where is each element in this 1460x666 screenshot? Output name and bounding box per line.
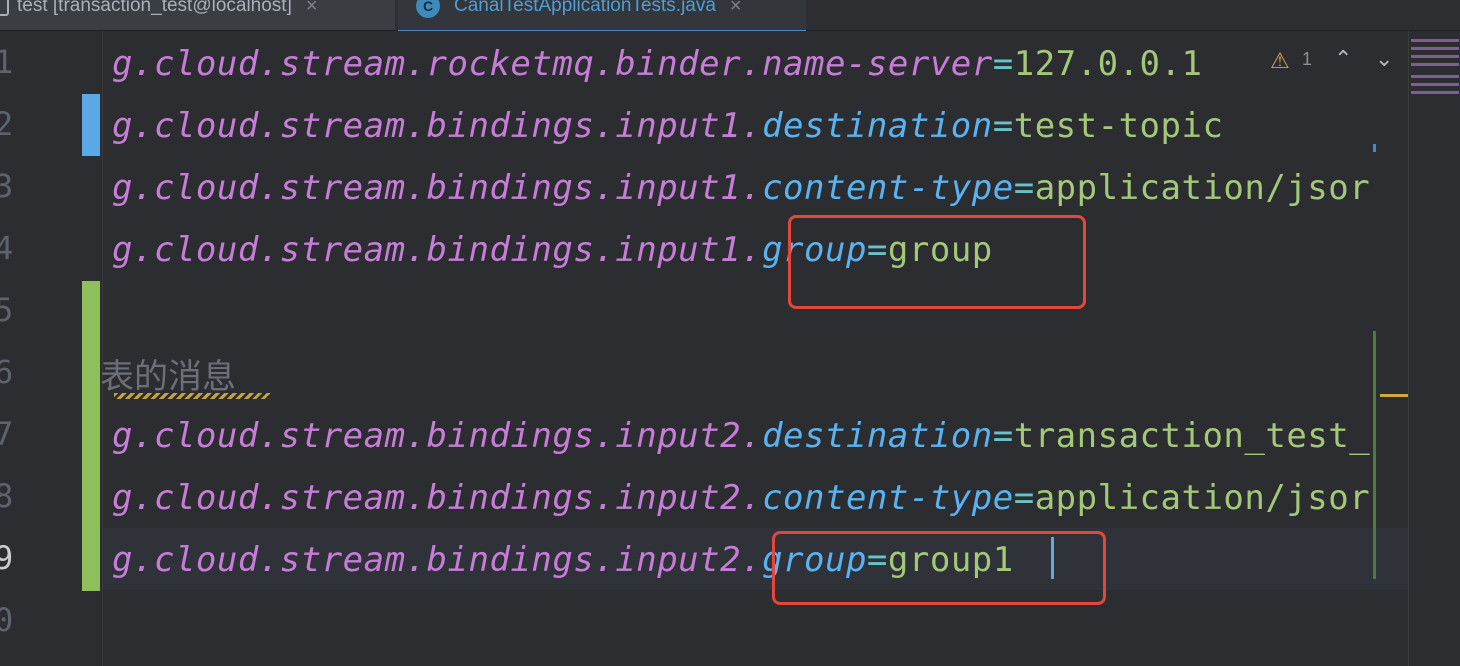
line-number: 7 [0, 415, 14, 453]
tab-label: test [transaction_test@localhost] [17, 0, 292, 16]
property-key-name: content-type [762, 478, 1014, 518]
property-key-prefix: g.cloud.stream.bindings.input2. [112, 540, 763, 580]
line-gutter[interactable]: 1 2 3 4 5 6 7 8 9 0 [0, 31, 103, 666]
spelling-warning-underline [114, 393, 270, 399]
annotation-highlight-box [788, 215, 1086, 309]
class-icon: C [416, 0, 440, 18]
database-icon [0, 0, 9, 16]
line-number: 6 [0, 353, 14, 391]
property-key-prefix: g.cloud.stream.bindings.input1. [112, 230, 763, 270]
property-key-prefix: g.cloud.stream.bindings.input1. [112, 168, 763, 208]
code-line-2[interactable]: g.cloud.stream.bindings.input1.destinati… [112, 95, 1223, 157]
equals-sign: = [1013, 478, 1035, 518]
line-number: 4 [0, 229, 14, 267]
property-key-name: content-type [762, 168, 1014, 208]
equals-sign: = [992, 44, 1014, 84]
warning-count: 1 [1302, 49, 1313, 69]
line-number: 8 [0, 477, 14, 515]
scroll-marker [1373, 144, 1376, 152]
close-icon[interactable]: × [730, 0, 742, 18]
editor-minimap[interactable] [1408, 31, 1460, 666]
chevron-down-icon[interactable]: ⌄ [1375, 47, 1393, 72]
property-key-prefix: g.cloud.stream.bindings.input2. [112, 416, 763, 456]
equals-sign: = [1013, 168, 1035, 208]
close-icon[interactable]: × [306, 0, 318, 18]
scroll-marker [1380, 394, 1408, 397]
chevron-up-icon[interactable]: ⌃ [1334, 47, 1352, 72]
property-key-prefix: g.cloud.stream.bindings.input2. [112, 478, 763, 518]
property-key-name: name-server [762, 44, 993, 84]
minimap-line [1411, 39, 1459, 42]
minimap-line [1411, 91, 1459, 94]
code-line-3[interactable]: g.cloud.stream.bindings.input1.content-t… [112, 157, 1370, 219]
tab-canal-test[interactable]: C CanalTestApplicationTests.java × [398, 0, 806, 33]
property-key-name: destination [762, 416, 993, 456]
tab-label: CanalTestApplicationTests.java [454, 0, 716, 16]
code-line-7[interactable]: g.cloud.stream.bindings.input2.destinati… [112, 405, 1370, 467]
tab-database-console[interactable]: test [transaction_test@localhost] × [0, 0, 395, 30]
editor-tab-bar: test [transaction_test@localhost] × C Ca… [0, 0, 1460, 33]
code-line-1[interactable]: g.cloud.stream.rocketmq.binder.name-serv… [112, 33, 1202, 95]
modified-change-marker[interactable] [82, 94, 100, 156]
line-number: 5 [0, 291, 14, 329]
added-change-marker[interactable] [82, 281, 100, 591]
property-key-name: destination [762, 106, 993, 146]
scroll-marker [1373, 331, 1376, 579]
warning-icon[interactable]: ⚠ [1270, 49, 1290, 74]
annotation-highlight-box [772, 531, 1106, 605]
minimap-line [1411, 47, 1459, 50]
equals-sign: = [992, 416, 1014, 456]
property-value: application/jsor [1034, 168, 1371, 208]
property-value: test-topic [1013, 106, 1224, 146]
property-value: transaction_test_ [1013, 416, 1371, 456]
property-value: 127.0.0.1 [1013, 44, 1203, 84]
line-number: 0 [0, 601, 14, 639]
code-line-8[interactable]: g.cloud.stream.bindings.input2.content-t… [112, 467, 1370, 529]
minimap-line [1411, 55, 1459, 58]
minimap-line [1411, 83, 1459, 86]
property-key-prefix: g.cloud.stream.rocketmq.binder. [112, 44, 763, 84]
code-editor[interactable]: 1 2 3 4 5 6 7 8 9 0 g.cloud.stream.rocke… [0, 31, 1460, 666]
line-number: 2 [0, 105, 14, 143]
equals-sign: = [992, 106, 1014, 146]
minimap-line [1411, 75, 1459, 78]
property-key-prefix: g.cloud.stream.bindings.input1. [112, 106, 763, 146]
line-number: 1 [0, 43, 14, 81]
line-number-current: 9 [0, 539, 14, 577]
line-number: 3 [0, 167, 14, 205]
minimap-line [1411, 63, 1459, 66]
property-value: application/jsor [1034, 478, 1371, 518]
